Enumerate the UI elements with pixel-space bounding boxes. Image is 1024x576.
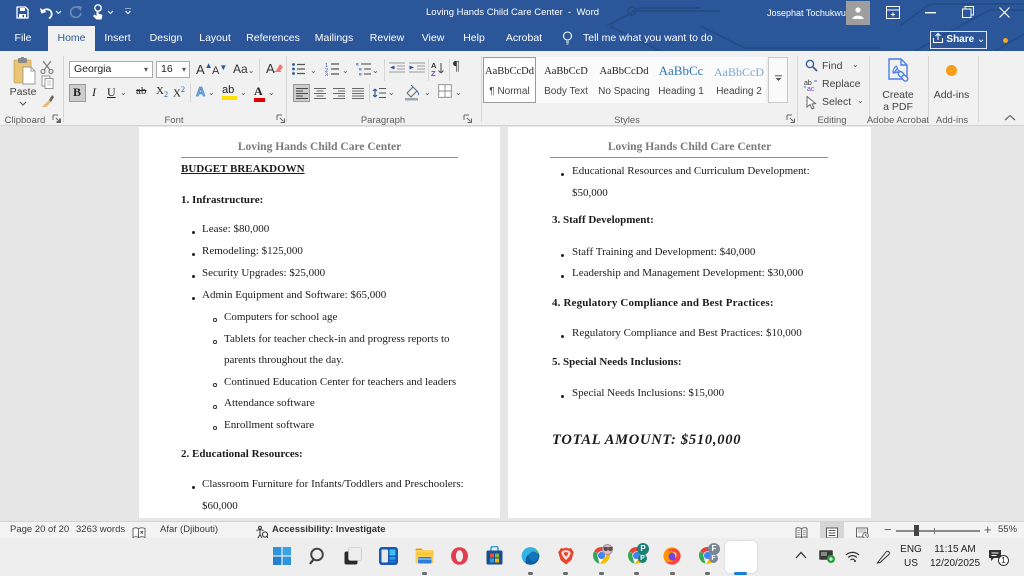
- svg-text:ac: ac: [807, 86, 815, 91]
- svg-text:3: 3: [325, 73, 328, 77]
- svg-text:Z: Z: [431, 69, 436, 76]
